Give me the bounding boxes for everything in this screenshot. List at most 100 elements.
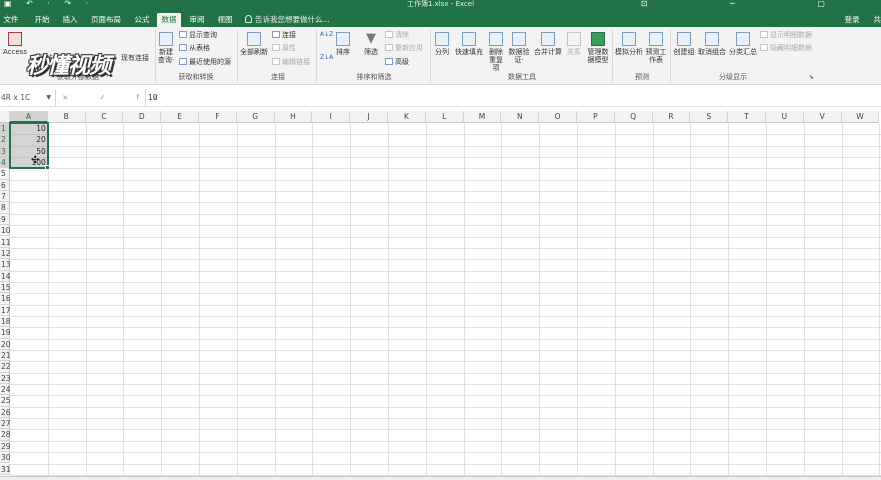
- hide-detail-button[interactable]: 隐藏明细数据: [760, 44, 812, 53]
- forecast-chart-icon: [649, 32, 663, 46]
- text-to-columns-button[interactable]: 分列: [432, 32, 452, 56]
- column-header-e[interactable]: E: [161, 111, 199, 123]
- column-header-p[interactable]: P: [577, 111, 615, 123]
- group-button[interactable]: 创建组: [672, 32, 696, 56]
- column-header-c[interactable]: C: [85, 111, 124, 123]
- chevron-down-icon[interactable]: ▼: [46, 89, 51, 107]
- row-header-11[interactable]: 11: [0, 236, 11, 248]
- window-controls[interactable]: ⊡ ─ ▢: [641, 0, 865, 8]
- forecast-sheet-button[interactable]: 预测工作表: [645, 32, 667, 64]
- column-header-o[interactable]: O: [539, 111, 577, 123]
- formula-input[interactable]: 10: [145, 89, 158, 107]
- row-header-28[interactable]: 28: [0, 429, 11, 441]
- consolidate-button[interactable]: 合并计算: [532, 32, 564, 56]
- advanced-filter-button[interactable]: 高级: [385, 58, 409, 67]
- reapply-button[interactable]: 重新应用: [385, 44, 423, 53]
- row-header-7[interactable]: 7: [0, 191, 10, 203]
- relationships-button[interactable]: 关系: [565, 32, 583, 56]
- row-header-22[interactable]: 22: [0, 361, 11, 373]
- remove-duplicates-button[interactable]: 删除重复项: [486, 32, 506, 72]
- tab-data[interactable]: 数据: [157, 13, 181, 27]
- row-header-29[interactable]: 29: [0, 440, 11, 453]
- row-header-6[interactable]: 6: [0, 179, 10, 192]
- worksheet-grid[interactable]: A B C D E F G H I J K L M N O P Q R S T U V W 1 2 3 4 5 6 7 8 9 10 11 12 13…: [0, 111, 881, 476]
- manage-data-model-button[interactable]: 管理数据模型: [585, 32, 611, 64]
- column-header-h[interactable]: H: [274, 111, 313, 123]
- tell-me-box[interactable]: 告诉我您想要做什么...: [245, 13, 330, 27]
- recent-sources-button[interactable]: 最近使用的源: [179, 58, 231, 67]
- clear-filter-button[interactable]: 清除: [385, 31, 409, 40]
- column-header-k[interactable]: K: [388, 111, 426, 123]
- row-header-14[interactable]: 14: [0, 270, 11, 282]
- row-header-30[interactable]: 30: [0, 452, 11, 464]
- row-header-17[interactable]: 17: [0, 304, 11, 316]
- column-header-q[interactable]: Q: [614, 111, 653, 123]
- row-header-10[interactable]: 10: [0, 225, 11, 237]
- column-header-u[interactable]: U: [766, 111, 804, 123]
- row-header-16[interactable]: 16: [0, 293, 11, 305]
- row-header-15[interactable]: 15: [0, 281, 11, 294]
- subtotal-button[interactable]: 分类汇总: [728, 32, 758, 56]
- row-header-8[interactable]: 8: [0, 202, 10, 214]
- new-query-button[interactable]: 新建查询·: [156, 32, 176, 64]
- data-validation-button[interactable]: 数据验证·: [508, 32, 530, 64]
- ungroup-button[interactable]: 取消组合: [697, 32, 727, 56]
- column-header-f[interactable]: F: [199, 111, 237, 123]
- row-header-18[interactable]: 18: [0, 315, 11, 328]
- row-header-27[interactable]: 27: [0, 418, 11, 430]
- row-header-13[interactable]: 13: [0, 259, 11, 271]
- row-header-24[interactable]: 24: [0, 384, 11, 396]
- row-header-9[interactable]: 9: [0, 213, 10, 226]
- filter-button[interactable]: ▼ 筛选: [360, 32, 382, 57]
- sort-descending-button[interactable]: Z↓A: [320, 54, 333, 61]
- row-header-25[interactable]: 25: [0, 395, 11, 407]
- row-header-23[interactable]: 23: [0, 372, 11, 385]
- column-header-i[interactable]: I: [312, 111, 351, 123]
- name-box[interactable]: 4R x 1C ▼: [0, 89, 56, 107]
- sort-button[interactable]: 排序: [333, 32, 353, 56]
- tab-home[interactable]: 开始: [30, 13, 54, 27]
- fill-handle[interactable]: [44, 165, 50, 171]
- tab-file[interactable]: 文件: [0, 13, 22, 27]
- column-header-l[interactable]: L: [425, 111, 464, 123]
- row-header-19[interactable]: 19: [0, 327, 11, 339]
- flash-fill-button[interactable]: 快速填充: [453, 32, 485, 56]
- show-detail-button[interactable]: 显示明细数据: [760, 31, 812, 40]
- refresh-all-button[interactable]: 全部刷新: [239, 32, 269, 56]
- column-header-m[interactable]: M: [463, 111, 502, 123]
- from-table-button[interactable]: 从表格: [179, 44, 210, 53]
- connections-button[interactable]: 连接: [272, 31, 296, 40]
- tab-page-layout[interactable]: 页面布局: [86, 13, 126, 27]
- column-header-t[interactable]: T: [728, 111, 766, 123]
- column-header-s[interactable]: S: [690, 111, 729, 123]
- tab-insert[interactable]: 插入: [58, 13, 82, 27]
- tab-view[interactable]: 视图: [213, 13, 237, 27]
- column-header-b[interactable]: B: [47, 111, 86, 123]
- properties-icon: [272, 44, 280, 51]
- tab-review[interactable]: 审阅: [185, 13, 209, 27]
- row-header-12[interactable]: 12: [0, 247, 11, 260]
- row-header-20[interactable]: 20: [0, 338, 11, 350]
- column-header-j[interactable]: J: [350, 111, 388, 123]
- edit-links-button[interactable]: 编辑链接: [272, 58, 310, 67]
- what-if-analysis-button[interactable]: 模拟分析: [614, 32, 644, 56]
- from-access-button[interactable]: Access: [1, 32, 29, 56]
- row-header-5[interactable]: 5: [0, 168, 10, 180]
- sign-in-link[interactable]: 登录: [845, 15, 860, 24]
- gridline: [10, 179, 881, 181]
- column-header-g[interactable]: G: [236, 111, 275, 123]
- column-header-n[interactable]: N: [501, 111, 540, 123]
- row-header-26[interactable]: 26: [0, 406, 11, 419]
- column-header-r[interactable]: R: [652, 111, 691, 123]
- row-header-21[interactable]: 21: [0, 350, 11, 362]
- share-button[interactable]: 共: [874, 15, 881, 24]
- sort-ascending-button[interactable]: A↓Z: [320, 31, 333, 38]
- tab-formulas[interactable]: 公式: [130, 13, 154, 27]
- column-header-d[interactable]: D: [123, 111, 162, 123]
- show-queries-button[interactable]: 显示查询: [179, 31, 217, 40]
- properties-button[interactable]: 属性: [272, 44, 296, 53]
- row-header-31[interactable]: 31: [0, 463, 11, 475]
- dialog-launcher-icon[interactable]: ⬊: [809, 73, 814, 82]
- column-header-v[interactable]: V: [803, 111, 842, 123]
- column-header-w[interactable]: W: [841, 111, 880, 123]
